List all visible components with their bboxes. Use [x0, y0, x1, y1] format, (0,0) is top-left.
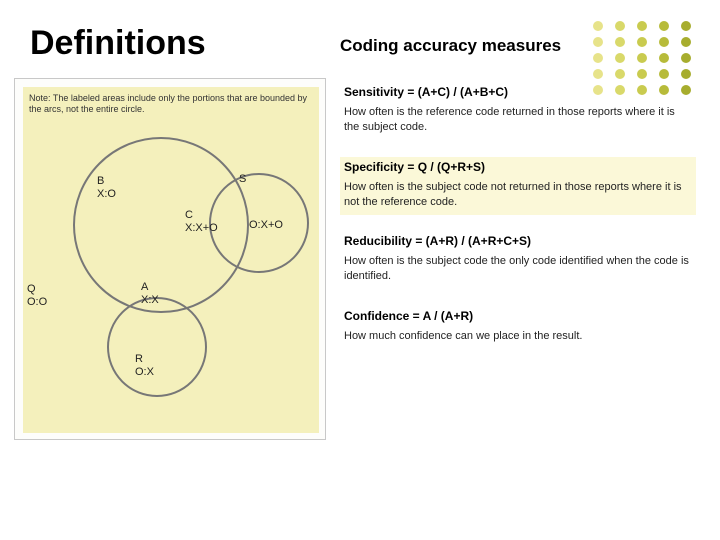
- measure-specificity: Specificity = Q / (Q+R+S) How often is t…: [340, 157, 696, 216]
- measure-sensitivity: Sensitivity = (A+C) / (A+B+C) How often …: [340, 82, 696, 141]
- measure-formula: Specificity = Q / (Q+R+S): [340, 157, 696, 177]
- measure-desc: How much confidence can we place in the …: [340, 326, 696, 350]
- region-label-c: C X:X+O: [185, 209, 218, 235]
- region-label-b: B X:O: [97, 175, 116, 201]
- region-label-s: S: [239, 173, 246, 186]
- page-title: Definitions: [30, 24, 206, 63]
- region-label-r: R O:X: [135, 353, 154, 379]
- measure-desc: How often is the subject code the only c…: [340, 251, 696, 290]
- region-label-a: A X:X: [141, 281, 159, 307]
- measure-formula: Sensitivity = (A+C) / (A+B+C): [340, 82, 696, 102]
- measure-desc: How often is the subject code not return…: [340, 177, 696, 216]
- measure-confidence: Confidence = A / (A+R) How much confiden…: [340, 306, 696, 350]
- page-subtitle: Coding accuracy measures: [340, 36, 561, 56]
- measure-formula: Reducibility = (A+R) / (A+R+C+S): [340, 231, 696, 251]
- venn-diagram-panel: Note: The labeled areas include only the…: [14, 78, 326, 440]
- region-label-q: Q O:O: [27, 283, 47, 309]
- region-label-o: O:X+O: [249, 219, 283, 232]
- measure-formula: Confidence = A / (A+R): [340, 306, 696, 326]
- venn-circle-bottom: [107, 297, 207, 397]
- venn-diagram-bg: Note: The labeled areas include only the…: [23, 87, 319, 433]
- definitions-column: Sensitivity = (A+C) / (A+B+C) How often …: [340, 82, 696, 366]
- venn-diagram: B X:O C X:X+O S O:X+O Q O:O A X:X R O:X: [23, 129, 319, 429]
- measure-desc: How often is the reference code returned…: [340, 102, 696, 141]
- diagram-note: Note: The labeled areas include only the…: [29, 93, 313, 116]
- measure-reducibility: Reducibility = (A+R) / (A+R+C+S) How oft…: [340, 231, 696, 290]
